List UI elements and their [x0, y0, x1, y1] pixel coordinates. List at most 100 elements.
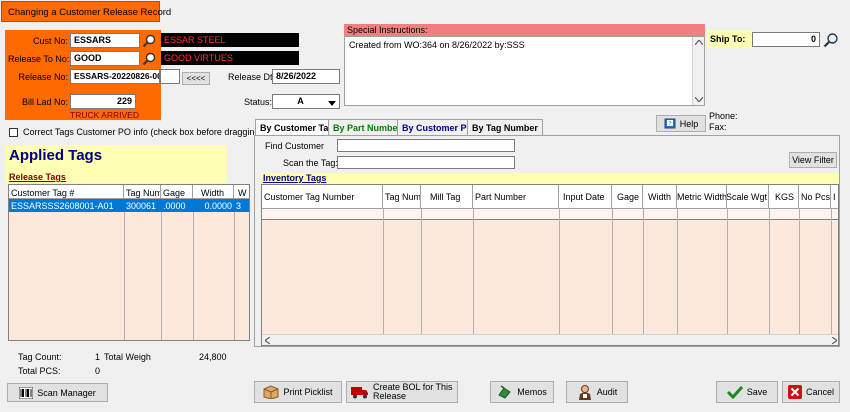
scroll-up-icon	[695, 40, 703, 45]
applied-cell-tag: ESSARSSS2608001-A01	[11, 201, 114, 211]
inv-col-kgs[interactable]: KGS	[769, 185, 799, 208]
table-row[interactable]: ESSARSSS2608001-A01 300061 .0000 0.0000 …	[9, 199, 249, 212]
total-pcs-label: Total PCS:	[18, 366, 61, 376]
release-to-name: GOOD VIRTUES	[161, 51, 299, 65]
chevron-down-icon	[328, 99, 336, 108]
inv-col-customer-tag[interactable]: Customer Tag Number	[262, 185, 383, 208]
save-button[interactable]: Save	[716, 381, 778, 403]
applied-cell-width: 0.0000	[204, 201, 232, 211]
ship-to-lookup-icon[interactable]	[823, 32, 839, 47]
inv-col-part-number[interactable]: Part Number	[473, 185, 559, 208]
barcode-icon	[19, 386, 34, 399]
find-customer-label: Find Customer	[265, 141, 325, 151]
help-label: Help	[679, 118, 699, 129]
memos-button[interactable]: Memos	[490, 381, 554, 403]
close-icon	[787, 385, 802, 399]
tab-by-part-number[interactable]: By Part Number	[328, 119, 407, 135]
special-instructions-scrollbar[interactable]	[692, 37, 704, 105]
release-no-label: Release No:	[18, 72, 68, 82]
inv-col-metric-width-label: Metric Width	[677, 192, 727, 202]
inventory-horizontal-scrollbar[interactable]	[262, 334, 838, 345]
release-to-lookup-icon[interactable]	[141, 51, 157, 66]
print-picklist-button[interactable]: Print Picklist	[254, 381, 342, 403]
applied-col-width[interactable]: Width	[193, 185, 234, 198]
svg-text:?: ?	[668, 121, 671, 128]
applied-cell-gage: .0000	[163, 201, 186, 211]
copy-arrows-button[interactable]: <<<<	[182, 72, 210, 85]
applied-col-customer-tag[interactable]: Customer Tag #	[9, 185, 124, 198]
inv-col-metric-width[interactable]: Metric Width	[677, 185, 727, 208]
release-date-label: Release Dt:	[228, 72, 276, 82]
scan-manager-button[interactable]: Scan Manager	[7, 383, 108, 402]
inv-col-width[interactable]: Width	[643, 185, 677, 208]
applied-cell-tag-num: 300061	[126, 201, 157, 211]
inventory-grid-header: Customer Tag Number Tag Num Mill Tag Par…	[262, 185, 838, 209]
cust-no-field[interactable]: ESSARS	[70, 33, 140, 48]
find-customer-input[interactable]	[337, 139, 515, 152]
tab-by-customer-po-label: By Customer PO	[402, 123, 474, 133]
scroll-left-icon	[265, 337, 270, 344]
cust-lookup-icon[interactable]	[141, 33, 157, 48]
check-icon	[726, 385, 743, 399]
scroll-right-icon	[832, 337, 837, 344]
tab-by-part-number-label: By Part Number	[333, 123, 402, 133]
total-weight-value: 24,800	[199, 352, 227, 362]
release-to-field[interactable]: GOOD	[70, 51, 140, 66]
audit-label: Audit	[596, 387, 618, 397]
inventory-tags-label: Inventory Tags	[261, 173, 839, 184]
scan-tag-label: Scan the Tag:	[283, 158, 338, 168]
applied-tags-grid[interactable]: Customer Tag # Tag Num Gage Width W ESSA…	[8, 184, 250, 341]
total-weight-label: Total Weigh	[104, 352, 151, 362]
inventory-tags-grid[interactable]: Customer Tag Number Tag Num Mill Tag Par…	[261, 184, 839, 346]
applied-grid-header: Customer Tag # Tag Num Gage Width W	[9, 185, 249, 199]
tab-by-tag-number[interactable]: By Tag Number	[467, 119, 543, 135]
inv-col-no-pcs[interactable]: No Pcs	[799, 185, 831, 208]
tab-by-tag-number-label: By Tag Number	[472, 123, 538, 133]
audit-button[interactable]: Audit	[566, 381, 628, 403]
release-date-field[interactable]: 8/26/2022	[272, 69, 340, 84]
create-bol-button[interactable]: Create BOL for This Release	[346, 381, 458, 403]
applied-tags-title: Applied Tags	[9, 147, 103, 164]
applied-col-gage[interactable]: Gage	[161, 185, 193, 198]
truck-status: TRUCK ARRIVED	[70, 110, 139, 120]
inv-col-scale-wgt[interactable]: Scale Wgt	[727, 185, 769, 208]
inv-col-mill-tag[interactable]: Mill Tag	[421, 185, 473, 208]
ship-to-field[interactable]: 0	[752, 32, 820, 47]
view-filter-button[interactable]: View Filter	[789, 152, 837, 168]
applied-col-tag-num[interactable]: Tag Num	[124, 185, 161, 198]
scan-tag-input[interactable]	[337, 156, 515, 169]
tag-count-label: Tag Count:	[18, 352, 62, 362]
inventory-new-row[interactable]	[262, 209, 838, 220]
tab-by-customer-tag[interactable]: By Customer Tag	[255, 119, 339, 135]
tag-count-value: 1	[95, 352, 101, 362]
help-button[interactable]: ? Help	[656, 115, 706, 132]
status-select[interactable]: A	[272, 94, 340, 109]
release-no-field[interactable]: ESSARS-20220826-001	[70, 69, 160, 84]
truck-icon	[351, 385, 369, 399]
inv-col-input-date[interactable]: Input Date	[559, 185, 612, 208]
fax-label: Fax:	[709, 122, 727, 132]
memos-label: Memos	[517, 387, 547, 397]
inv-col-tag-num[interactable]: Tag Num	[383, 185, 421, 208]
inv-col-gage[interactable]: Gage	[612, 185, 643, 208]
cancel-button[interactable]: Cancel	[782, 381, 840, 403]
scroll-down-icon	[695, 97, 703, 102]
correct-tags-checkbox[interactable]	[9, 128, 18, 137]
release-no-suffix-field[interactable]	[160, 69, 180, 84]
special-instructions-textarea[interactable]: Created from WO:364 on 8/26/2022 by:SSS	[344, 36, 705, 106]
release-tags-label: Release Tags	[9, 172, 66, 182]
memo-icon	[497, 385, 513, 399]
phone-label: Phone:	[709, 111, 738, 121]
cust-no-label: Cust No:	[32, 36, 68, 46]
scan-manager-label: Scan Manager	[37, 387, 96, 398]
release-to-label: Release To No:	[8, 54, 70, 64]
ship-to-label: Ship To:	[707, 30, 753, 48]
applied-col-w[interactable]: W	[234, 185, 249, 198]
correct-tags-label: Correct Tags Customer PO info (check box…	[23, 127, 263, 137]
bill-lad-field[interactable]: 229	[70, 94, 136, 109]
help-book-icon: ?	[664, 118, 676, 129]
tab-by-customer-tag-label: By Customer Tag	[260, 123, 334, 133]
window-title: Changing a Customer Release Record	[1, 1, 171, 22]
inv-col-extra[interactable]: I	[831, 185, 838, 208]
print-picklist-label: Print Picklist	[283, 387, 333, 397]
